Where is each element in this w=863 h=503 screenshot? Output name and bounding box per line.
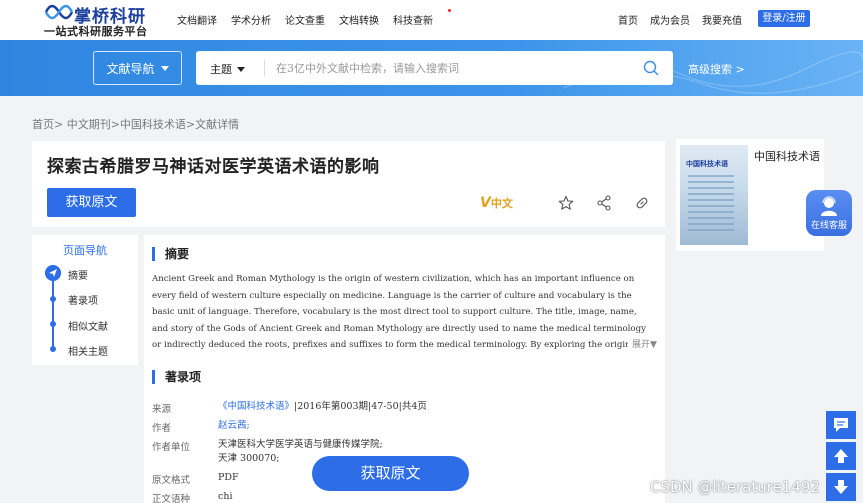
article-header-card: 探索古希腊罗马神话对医学英语术语的影响 获取原文 V中文 — [32, 141, 665, 227]
get-original-button[interactable]: 获取原文 — [47, 188, 136, 217]
language-label: 正文语种 — [152, 494, 191, 503]
page-title: 探索古希腊罗马神话对医学英语术语的影响 — [47, 157, 380, 177]
customer-service-icon — [821, 196, 837, 216]
logo-subtitle: 一站式科研服务平台 — [44, 25, 148, 38]
page-nav-dot — [50, 296, 56, 302]
back-to-top-button[interactable] — [826, 442, 856, 470]
advanced-search-link[interactable]: 高级搜索 > — [688, 61, 745, 77]
online-service-button[interactable]: 在线客服 — [806, 190, 852, 236]
nav-item-convert[interactable]: 文档转换 — [339, 12, 379, 27]
new-dot-icon — [448, 9, 451, 12]
nav-item-novelty[interactable]: 科技查新 — [393, 9, 451, 27]
search-icon[interactable] — [643, 60, 659, 76]
search-divider — [264, 60, 265, 76]
nav-item-member[interactable]: 成为会员 — [650, 12, 690, 27]
language-badge-label: 中文 — [490, 197, 513, 210]
page-nav-title: 页面导航 — [63, 244, 107, 257]
format-label: 原文格式 — [152, 475, 191, 486]
star-icon[interactable] — [558, 195, 574, 211]
nav-item-translate[interactable]: 文档翻译 — [177, 12, 217, 27]
source-value: 《中国科技术语》|2016年第003期|47-50|共4页 — [218, 400, 427, 414]
logo[interactable]: 掌桥科研 一站式科研服务平台 — [44, 2, 154, 38]
search-band: 文献导航 主题 高级搜索 > — [0, 40, 863, 96]
journal-name[interactable]: 中国科技术语 — [754, 148, 820, 164]
record-heading: 著录项 — [152, 370, 201, 384]
journal-cover[interactable]: 中国科技术语 — [680, 145, 748, 245]
top-nav: 文档翻译 学术分析 论文查重 文档转换 科技查新 — [177, 9, 461, 27]
floating-get-original-button[interactable]: 获取原文 — [312, 456, 469, 491]
nav-item-plagiarism[interactable]: 论文查重 — [285, 12, 325, 27]
search-type-select[interactable]: 主题 — [210, 61, 245, 77]
chevron-down-icon — [160, 65, 169, 71]
format-value: PDF — [218, 472, 239, 483]
scroll-down-button[interactable] — [826, 473, 856, 501]
language-badge-mark: V — [480, 195, 491, 211]
source-issue: |2016年第003期|47-50|共4页 — [294, 401, 427, 412]
affiliation-line-1: 天津医科大学医学英语与健康传媒学院; — [218, 439, 383, 450]
journal-link[interactable]: 《中国科技术语》 — [218, 401, 294, 412]
top-bar: 掌桥科研 一站式科研服务平台 文档翻译 学术分析 论文查重 文档转换 科技查新 … — [0, 0, 863, 40]
page-nav-item-abstract[interactable]: 摘要 — [68, 267, 88, 282]
login-button[interactable]: 登录/注册 — [758, 10, 810, 27]
literature-nav-label: 文献导航 — [106, 61, 155, 76]
literature-nav-select[interactable]: 文献导航 — [93, 51, 182, 85]
message-icon — [834, 418, 848, 432]
page-nav-item-record[interactable]: 著录项 — [68, 292, 98, 307]
search-type-label: 主题 — [210, 63, 232, 76]
expand-button[interactable]: 展开▼ — [628, 337, 657, 350]
source-label: 来源 — [152, 404, 172, 415]
language-value: chi — [218, 491, 233, 502]
author-link[interactable]: 赵云茜; — [218, 419, 250, 433]
breadcrumb[interactable]: 首页> 中文期刊>中国科技术语>文献详情 — [32, 116, 239, 132]
abstract-text: Ancient Greek and Roman Mythology is the… — [152, 274, 646, 350]
online-service-label: 在线客服 — [810, 221, 847, 231]
logo-icon — [44, 4, 74, 20]
page-nav-track — [52, 273, 54, 351]
page-nav-dot — [50, 346, 56, 352]
page-navigation: 页面导航 摘要 著录项 相似文献 相关主题 — [32, 235, 138, 365]
location-arrow-icon — [45, 265, 61, 281]
nav-item-home[interactable]: 首页 — [618, 12, 638, 27]
page-nav-item-topics[interactable]: 相关主题 — [68, 343, 108, 358]
link-icon[interactable] — [634, 195, 650, 211]
abstract-heading: 摘要 — [152, 247, 189, 261]
arrow-up-icon — [834, 449, 848, 463]
author-label: 作者 — [152, 423, 172, 434]
journal-cover-title: 中国科技术语 — [686, 159, 728, 168]
chevron-down-icon — [237, 66, 245, 72]
nav-item-novelty-label: 科技查新 — [393, 16, 433, 27]
page-nav-dot — [50, 321, 56, 327]
feedback-button[interactable] — [826, 411, 856, 439]
journal-card[interactable]: 中国科技术语 中国科技术语 — [676, 139, 824, 251]
search-box: 主题 — [196, 51, 673, 85]
nav-item-recharge[interactable]: 我要充值 — [702, 12, 742, 27]
right-nav: 首页 成为会员 我要充值 — [618, 12, 754, 27]
page-nav-item-similar[interactable]: 相似文献 — [68, 318, 108, 333]
language-badge: V中文 — [480, 195, 513, 211]
search-input[interactable] — [276, 57, 616, 79]
affiliation-line-2: 天津 300070; — [218, 453, 280, 464]
affiliation-label: 作者单位 — [152, 442, 191, 453]
share-icon[interactable] — [596, 195, 612, 211]
arrow-down-icon — [834, 480, 848, 494]
watermark: CSDN @literature1492 — [650, 478, 820, 496]
cover-texture — [688, 175, 734, 231]
nav-item-analysis[interactable]: 学术分析 — [231, 12, 271, 27]
